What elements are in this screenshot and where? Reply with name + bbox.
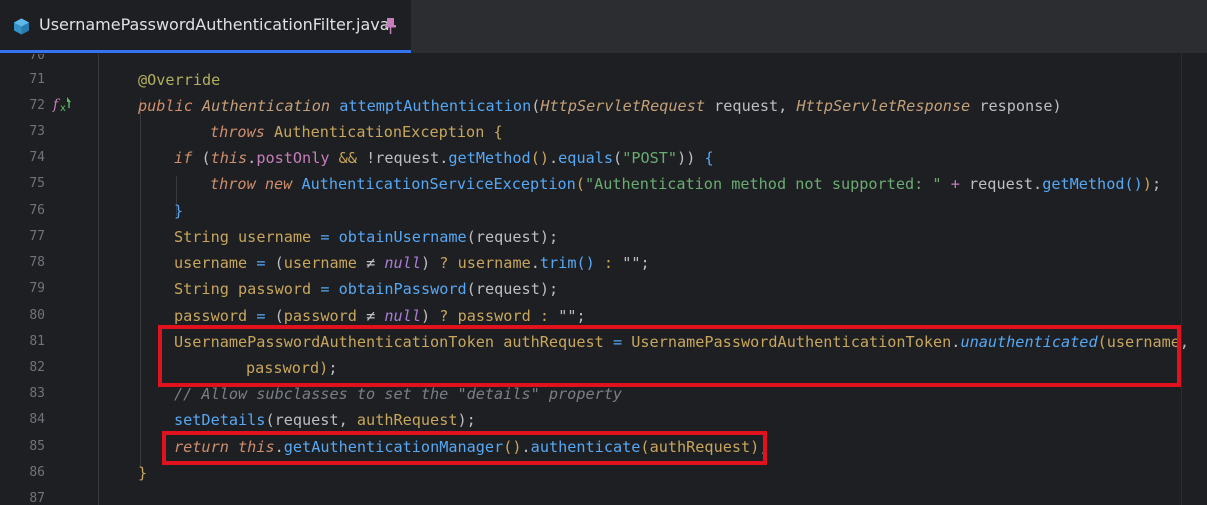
code-line-71: @Override [138,67,220,93]
keyword: public [138,97,193,115]
annotation: @Override [138,71,221,89]
string-literal: "" [558,307,577,325]
keyword: this [210,149,248,167]
string-literal: "Authentication method not supported: " [584,175,942,193]
keyword: throws [210,123,265,141]
code-line-73: throws AuthenticationException { [210,123,503,141]
override-method-icon[interactable]: f x [52,95,72,113]
tab-filename: UsernamePasswordAuthenticationFilter.jav… [39,15,390,34]
java-class-icon [14,18,29,35]
keyword: throw [210,175,256,193]
line-number: 83 [29,386,45,401]
code-line-78: username = (username ≠ null) ? username.… [174,254,650,272]
code-editor[interactable]: 70 71 72 73 74 75 76 77 78 79 80 81 82 8… [0,54,1207,505]
line-gutter: 70 71 72 73 74 75 76 77 78 79 80 81 82 8… [0,54,98,505]
line-number: 71 [29,72,45,87]
keyword: if [174,149,193,167]
variable: username [283,254,357,272]
method-call: obtainPassword [338,280,467,298]
variable: username [174,254,248,272]
class-name: AuthenticationServiceException [301,175,576,193]
type: String [174,280,229,298]
variable: password [174,307,248,325]
comment: // Allow subclasses to set the "details"… [174,385,623,403]
variable: password [283,307,357,325]
variable: request [969,175,1034,193]
variable: password [457,307,531,325]
gutter-separator [98,54,99,505]
line-number: 81 [29,334,45,349]
code-line-86: } [138,464,148,482]
param: response [979,97,1053,115]
code-line-75: throw new AuthenticationServiceException… [210,175,1162,193]
string-literal: "POST" [622,149,678,167]
line-number: 84 [29,412,45,427]
line-number: 73 [29,124,45,139]
method-call: setDetails [174,411,266,429]
type: Authentication [202,97,331,115]
type: HttpServletRequest [540,97,705,115]
svg-text:x: x [60,103,66,113]
highlight-box-token [158,325,1181,387]
code-line-79: String password = obtainPassword(request… [174,280,559,298]
variable: username [457,254,531,272]
code-line-74: if (this.postOnly && !request.getMethod(… [174,149,714,167]
variable: username [238,228,312,246]
line-number: 79 [29,281,45,296]
line-number: 74 [29,150,45,165]
line-number: 82 [29,360,45,375]
code-line-72: public Authentication attemptAuthenticat… [138,97,1062,115]
null-literal: null [384,307,421,325]
code-line-84: setDetails(request, authRequest); [174,411,476,429]
variable: request [375,149,440,167]
argument: request [475,280,540,298]
line-number: 78 [29,255,45,270]
right-margin-guide [1181,54,1182,505]
line-number: 86 [29,465,45,480]
code-line-76: } [174,202,184,220]
editor-tab-bar: UsernamePasswordAuthenticationFilter.jav… [0,0,1207,54]
string-literal: "" [622,254,641,272]
type: HttpServletResponse [796,97,971,115]
argument: request [274,411,339,429]
line-number: 85 [29,439,45,454]
method-call: getMethod [448,149,531,167]
argument: request [475,228,540,246]
field: postOnly [256,149,330,167]
type: AuthenticationException [274,123,485,141]
line-number: 77 [29,229,45,244]
keyword: new [264,175,293,193]
line-number: 76 [29,203,45,218]
line-number: 87 [29,491,45,505]
editor-tab[interactable]: UsernamePasswordAuthenticationFilter.jav… [0,0,411,53]
highlight-box-return [162,431,767,465]
method-call: getMethod [1042,175,1125,193]
null-literal: null [384,254,421,272]
code-line-77: String username = obtainUsername(request… [174,228,559,246]
param: request [714,97,779,115]
pin-icon[interactable] [383,17,398,35]
line-number: 75 [29,176,45,191]
method-name: attemptAuthentication [339,97,532,115]
line-number: 72 [29,98,45,113]
variable: password [238,280,312,298]
type: String [174,228,229,246]
indent-guide [140,98,141,468]
line-number: 80 [29,308,45,323]
argument: authRequest [356,411,458,429]
method-call: equals [558,149,614,167]
method-call: obtainUsername [338,228,467,246]
method-call: trim [539,254,577,272]
